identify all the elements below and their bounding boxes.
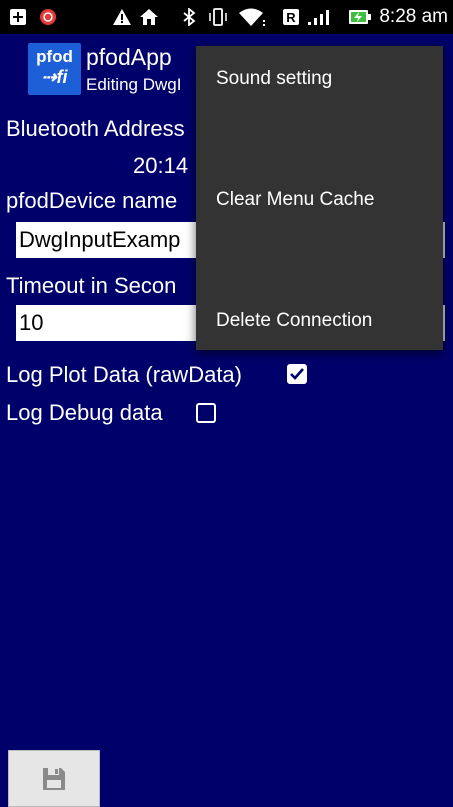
menu-item-sound-setting[interactable]: Sound setting: [216, 68, 332, 90]
app-logo[interactable]: pfod ⇢fi: [28, 43, 81, 95]
log-plot-checkbox[interactable]: [287, 364, 307, 384]
status-time: 8:28 am: [379, 6, 448, 27]
save-button[interactable]: [8, 750, 100, 807]
log-debug-checkbox[interactable]: [196, 403, 216, 423]
device-name-label: pfodDevice name: [6, 188, 178, 213]
log-plot-label: Log Plot Data (rawData): [6, 362, 242, 387]
wifi-icon: [238, 8, 266, 26]
timeout-label: Timeout in Secon: [6, 273, 177, 298]
device-name-input[interactable]: DwgInputExamp: [16, 222, 201, 258]
logo-text-bottom: ⇢fi: [41, 67, 68, 87]
bluetooth-address-value: 20:14: [133, 153, 189, 178]
timeout-input[interactable]: 10: [16, 305, 201, 341]
svg-text:R: R: [286, 10, 296, 25]
checkmark-icon: [290, 368, 304, 380]
bluetooth-icon: [181, 8, 197, 26]
save-floppy-icon: [43, 767, 65, 790]
signal-icon: [305, 8, 333, 26]
logo-text-top: pfod: [36, 47, 73, 66]
record-icon: [38, 8, 58, 26]
status-bar: R 8:28 am: [0, 0, 453, 34]
add-box-icon: [8, 8, 28, 26]
menu-item-delete-connection[interactable]: Delete Connection: [216, 310, 372, 332]
roaming-r-icon: R: [281, 8, 301, 26]
bluetooth-address-label: Bluetooth Address: [6, 116, 185, 141]
app-subtitle: Editing DwgI: [86, 75, 182, 94]
overflow-menu: Sound setting Clear Menu Cache Delete Co…: [196, 46, 443, 350]
app-title: pfodApp: [86, 44, 172, 70]
warning-icon: [111, 8, 133, 26]
battery-charging-icon: [348, 8, 372, 26]
menu-item-clear-menu-cache[interactable]: Clear Menu Cache: [216, 189, 374, 211]
home-icon: [138, 8, 160, 26]
log-debug-label: Log Debug data: [6, 400, 163, 425]
vibrate-icon: [207, 8, 229, 26]
